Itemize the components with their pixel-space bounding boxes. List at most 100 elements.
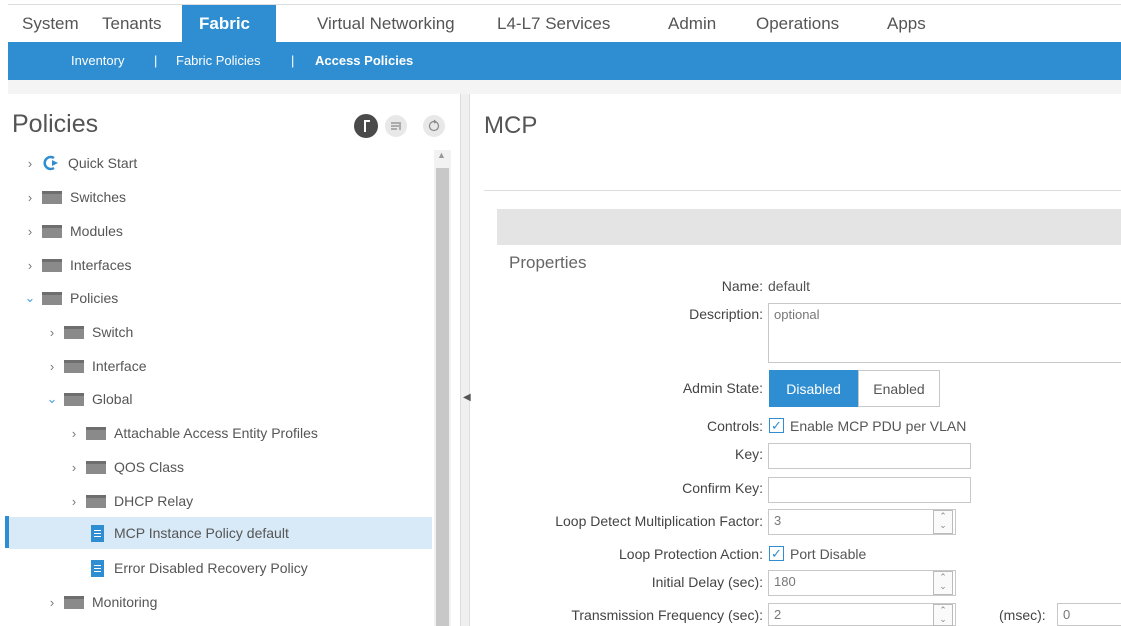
subnav-fabric-policies[interactable]: Fabric Policies <box>176 53 261 68</box>
toolbar-band <box>497 209 1121 245</box>
tree-item-global[interactable]: ⌄ Global <box>46 384 133 414</box>
folder-icon <box>86 426 106 440</box>
description-placeholder: optional <box>774 307 820 322</box>
tree-item-label: Monitoring <box>92 594 158 610</box>
folder-icon <box>86 494 106 508</box>
tree-item-switches[interactable]: › Switches <box>24 182 126 212</box>
description-label: Description: <box>689 306 763 322</box>
tab-l4-l7-services[interactable]: L4-L7 Services <box>497 5 651 43</box>
chevron-right-icon[interactable]: › <box>68 494 80 509</box>
name-label: Name: <box>721 278 763 294</box>
tab-apps[interactable]: Apps <box>865 5 945 43</box>
confirm-key-field[interactable] <box>768 477 971 503</box>
tree-item-label: Quick Start <box>68 155 138 171</box>
tree-item-interface[interactable]: › Interface <box>46 351 147 381</box>
enable-mcp-pdu-checkbox[interactable]: ✓ <box>769 418 784 433</box>
page-title: MCP <box>484 112 538 139</box>
chevron-right-icon[interactable]: › <box>46 325 58 340</box>
tree-item-label: Switches <box>70 189 127 205</box>
admin-state-disabled-button[interactable]: Disabled <box>769 370 858 407</box>
subnav-separator: | <box>291 53 295 68</box>
tx-frequency-field[interactable]: 2 <box>768 603 956 626</box>
tx-frequency-stepper[interactable]: ⌃ ⌄ <box>933 604 953 626</box>
tree-item-label: Global <box>92 391 133 407</box>
properties-heading: Properties <box>509 253 587 272</box>
initial-delay-field[interactable]: 180 <box>768 570 956 596</box>
admin-state-enabled-button[interactable]: Enabled <box>858 370 940 407</box>
port-disable-label: Port Disable <box>790 546 867 562</box>
tree-item-monitoring[interactable]: › Monitoring <box>46 587 158 617</box>
name-value: default <box>768 278 811 294</box>
folder-icon <box>86 460 106 474</box>
loop-factor-field[interactable]: 3 <box>768 509 956 535</box>
key-label: Key: <box>734 446 763 462</box>
scrollbar-thumb[interactable] <box>436 168 449 626</box>
tree-item-switch[interactable]: › Switch <box>46 317 133 347</box>
document-icon <box>91 559 104 577</box>
tab-operations[interactable]: Operations <box>735 5 865 43</box>
tree-item-qos-class[interactable]: › QOS Class <box>68 452 184 482</box>
loop-factor-stepper[interactable]: ⌃ ⌄ <box>933 510 953 534</box>
circle-info-icon[interactable] <box>354 114 378 138</box>
tab-virtual-networking[interactable]: Virtual Networking <box>276 5 497 43</box>
description-field[interactable]: optional <box>768 303 1121 363</box>
sub-nav: Inventory | Fabric Policies | Access Pol… <box>8 42 1121 80</box>
quick-start-icon <box>42 154 60 172</box>
subnav-inventory[interactable]: Inventory <box>71 53 124 68</box>
tree-item-label: Attachable Access Entity Profiles <box>114 425 318 441</box>
key-field[interactable] <box>768 443 971 469</box>
chevron-down-icon[interactable]: ⌄ <box>24 290 36 306</box>
filter-icon[interactable] <box>385 115 407 137</box>
tab-admin[interactable]: Admin <box>651 5 735 43</box>
folder-icon <box>64 392 84 406</box>
header-gap <box>8 80 1121 94</box>
pane-title: Policies <box>12 110 99 138</box>
folder-icon <box>42 291 62 305</box>
scroll-up-icon[interactable]: ▲ <box>437 150 446 160</box>
chevron-right-icon[interactable]: › <box>24 258 36 273</box>
chevron-right-icon[interactable]: › <box>46 359 58 374</box>
tab-fabric[interactable]: Fabric <box>182 5 276 43</box>
chevron-right-icon[interactable]: › <box>24 224 36 239</box>
chevron-right-icon[interactable]: › <box>24 156 36 171</box>
collapse-left-icon[interactable]: ◀ <box>463 392 471 403</box>
chevron-right-icon[interactable]: › <box>24 190 36 205</box>
tree-item-label: MCP Instance Policy default <box>114 525 289 541</box>
tree-item-error-disabled-recovery[interactable]: Error Disabled Recovery Policy <box>91 553 308 583</box>
msec-label: (msec): <box>999 607 1046 623</box>
pane-splitter[interactable] <box>460 94 470 626</box>
port-disable-checkbox[interactable]: ✓ <box>769 546 784 561</box>
tree-item-label: Modules <box>70 223 123 239</box>
tree-item-label: Policies <box>70 290 119 306</box>
subnav-separator: | <box>154 53 158 68</box>
chevron-right-icon[interactable]: › <box>68 460 80 475</box>
controls-label: Controls: <box>706 418 763 434</box>
tree-item-dhcp-relay[interactable]: › DHCP Relay <box>68 486 193 516</box>
subnav-access-policies[interactable]: Access Policies <box>315 53 413 68</box>
document-icon <box>91 524 104 542</box>
tree-item-interfaces[interactable]: › Interfaces <box>24 250 132 280</box>
loop-action-label: Loop Protection Action: <box>619 546 763 562</box>
tree-item-aaep[interactable]: › Attachable Access Entity Profiles <box>68 418 318 448</box>
tree-item-label: Interfaces <box>70 257 132 273</box>
tree-item-label: Error Disabled Recovery Policy <box>114 560 308 576</box>
refresh-icon[interactable] <box>423 115 445 137</box>
tree-item-label: Interface <box>92 358 147 374</box>
chevron-right-icon[interactable]: › <box>46 595 58 610</box>
chevron-down-icon[interactable]: ⌄ <box>46 391 58 407</box>
selection-indicator <box>5 516 9 548</box>
top-nav: System Tenants Fabric Virtual Networking… <box>8 4 1121 43</box>
folder-icon <box>42 258 62 272</box>
tab-system[interactable]: System <box>8 5 88 43</box>
loop-factor-label: Loop Detect Multiplication Factor: <box>555 513 763 529</box>
initial-delay-stepper[interactable]: ⌃ ⌄ <box>933 571 953 595</box>
tree-item-quick-start[interactable]: › Quick Start <box>24 148 137 178</box>
admin-state-label: Admin State: <box>682 380 763 396</box>
tree-item-policies[interactable]: ⌄ Policies <box>24 283 119 313</box>
tree-item-mcp-instance-policy[interactable]: MCP Instance Policy default <box>9 517 432 549</box>
msec-field[interactable]: 0 <box>1057 603 1121 626</box>
tab-tenants[interactable]: Tenants <box>88 5 182 43</box>
tree-item-modules[interactable]: › Modules <box>24 216 123 246</box>
tx-frequency-value: 2 <box>774 607 782 622</box>
chevron-right-icon[interactable]: › <box>68 426 80 441</box>
